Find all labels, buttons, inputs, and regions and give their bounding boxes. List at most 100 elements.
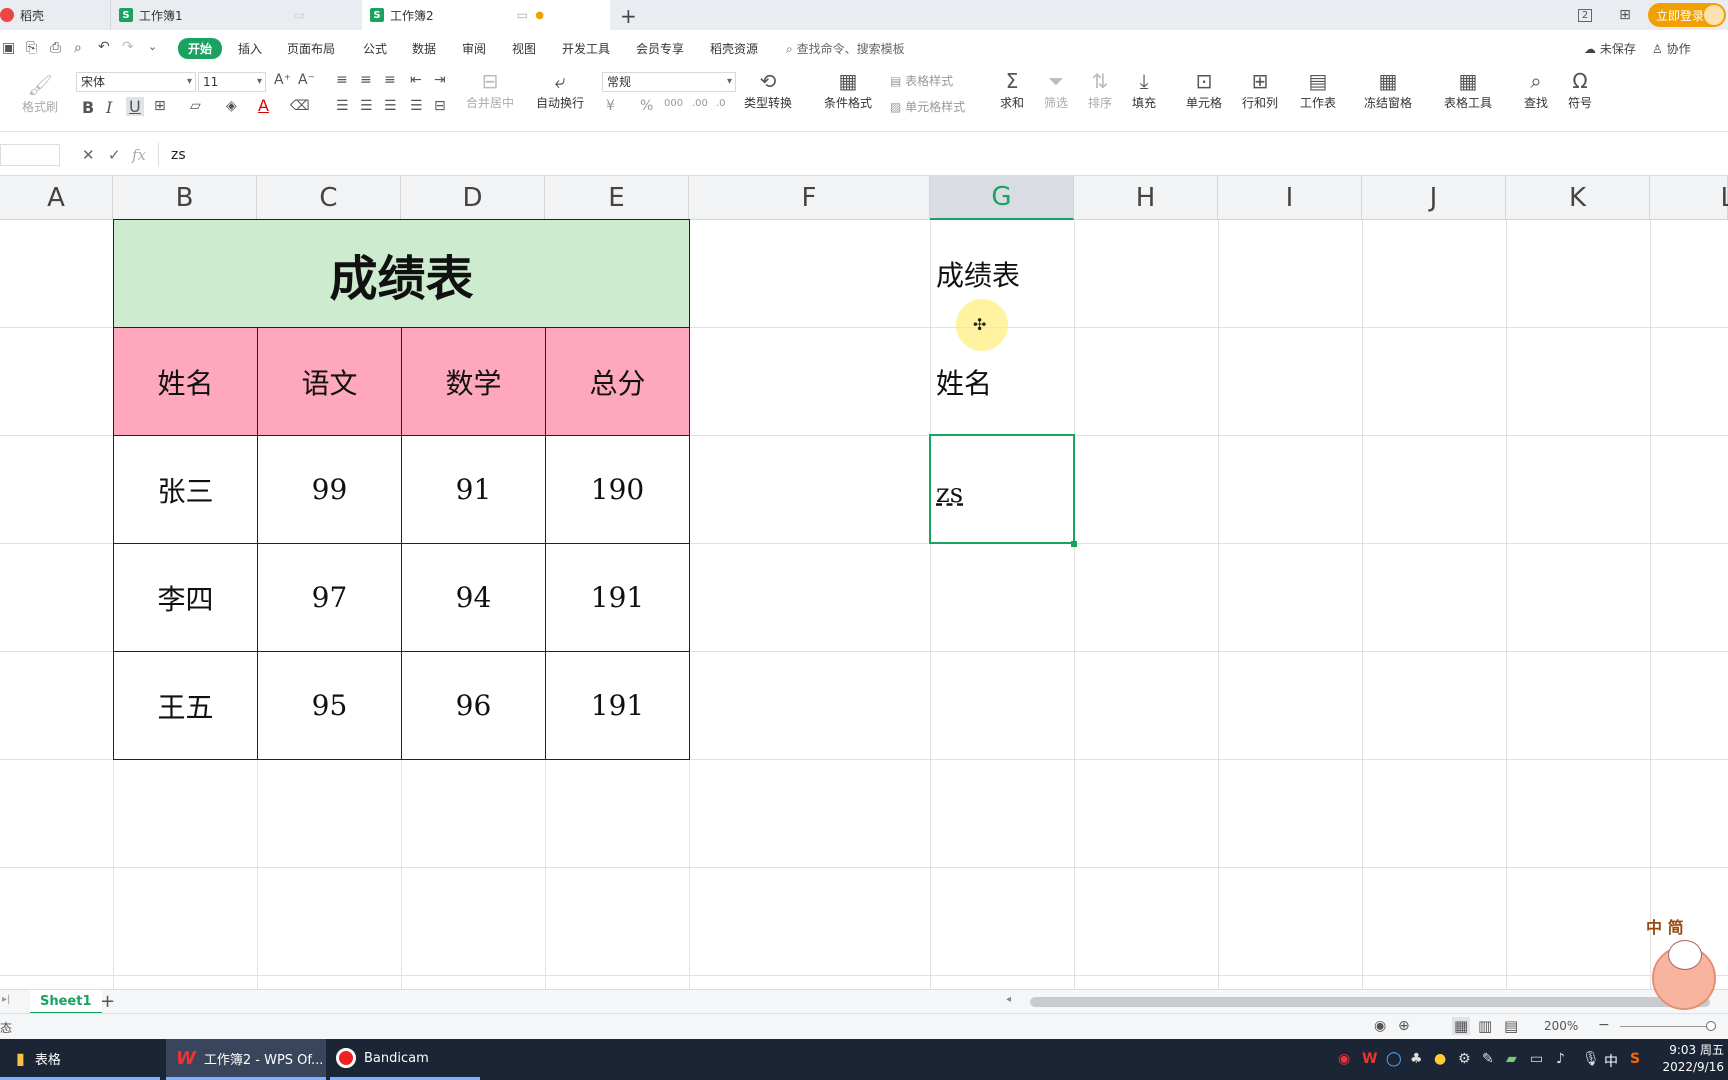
data-cell[interactable]: 张三 [113,435,258,544]
column-header-c[interactable]: C [257,176,401,220]
format-painter-button[interactable]: 🖌 格式刷 [22,72,58,115]
cell-style-button[interactable]: ▨ 单元格样式 [890,98,965,115]
data-cell[interactable]: 95 [257,651,402,760]
cell-shading-icon[interactable]: ▱ [190,98,201,114]
record-tray-icon[interactable]: ◉ [1338,1051,1350,1067]
save-icon[interactable]: ▣ [2,40,15,56]
data-cell[interactable]: 王五 [113,651,258,760]
data-cell[interactable]: 191 [545,651,690,760]
nvidia-tray-icon[interactable]: ▰ [1506,1051,1517,1067]
page-break-view-icon[interactable]: ▤ [1504,1017,1518,1035]
menu-review[interactable]: 审阅 [462,40,486,57]
taskbar-item-folder[interactable]: ▮ 表格 [0,1039,160,1080]
tab-workbook2[interactable]: S 工作簿2 ▭ ● [362,0,610,30]
data-cell[interactable]: 94 [401,543,546,652]
zoom-out-icon[interactable]: − [1598,1017,1610,1033]
column-header-f[interactable]: F [689,176,930,220]
column-header-e[interactable]: E [545,176,689,220]
align-left-icon[interactable]: ☰ [336,98,349,114]
display-tray-icon[interactable]: ▭ [1530,1051,1543,1067]
type-convert-button[interactable]: ⟲ 类型转换 [744,68,792,111]
row-col-button[interactable]: ⊞ 行和列 [1242,68,1278,111]
thousands-icon[interactable]: 000 [664,98,683,109]
command-search[interactable]: ⌕ 查找命令、搜索模板 [786,40,905,57]
symbol-button[interactable]: Ω 符号 [1568,68,1592,111]
font-grow-icon[interactable]: A⁺ [274,72,291,88]
italic-icon[interactable]: I [106,98,112,117]
cell-g3-editing[interactable]: zs [930,440,1074,547]
fx-icon[interactable]: fx [132,146,146,164]
sheet-nav-icon[interactable]: ▸| [2,994,10,1005]
sheet-tab-sheet1[interactable]: Sheet1 [30,990,102,1014]
header-cell-name[interactable]: 姓名 [113,327,258,436]
data-cell[interactable]: 91 [401,435,546,544]
wps-tray-icon[interactable]: W [1362,1051,1377,1067]
table-tools-button[interactable]: ▦ 表格工具 [1444,68,1492,111]
header-cell-chinese[interactable]: 语文 [257,327,402,436]
cell-g2[interactable]: 姓名 [930,328,1074,435]
sum-button[interactable]: Σ 求和 [1000,68,1024,111]
input-method-icon[interactable]: ⊕ [1398,1018,1410,1034]
font-name-select[interactable]: 宋体 [76,72,196,92]
export-icon[interactable]: ⎘ [26,40,37,56]
data-cell[interactable]: 99 [257,435,402,544]
font-shrink-icon[interactable]: A⁻ [298,72,315,88]
data-cell[interactable]: 96 [401,651,546,760]
unsaved-status[interactable]: ☁ 未保存 [1584,40,1636,57]
scroll-left-icon[interactable]: ◂ [1006,994,1011,1005]
data-cell[interactable]: 李四 [113,543,258,652]
freeze-panes-button[interactable]: ▦ 冻结窗格 [1364,68,1412,111]
justify-icon[interactable]: ☰ [410,98,423,114]
merge-center-button[interactable]: ⊟ 合并居中 [466,68,514,111]
spreadsheet-grid[interactable]: A B C D E F G H I J K L 成绩表 姓名 语文 数学 总分 … [0,176,1728,989]
indent-increase-icon[interactable]: ⇥ [434,72,446,88]
data-cell[interactable]: 190 [545,435,690,544]
table-title-cell[interactable]: 成绩表 [113,219,690,328]
browser-tray-icon[interactable]: ◯ [1386,1051,1402,1067]
menu-home[interactable]: 开始 [178,38,223,59]
menu-daoke-resources[interactable]: 稻壳资源 [710,40,758,57]
column-header-d[interactable]: D [401,176,545,220]
preview-icon[interactable]: ⌕ [74,40,82,56]
normal-view-icon[interactable]: ▦ [1452,1017,1471,1035]
data-cell[interactable]: 191 [545,543,690,652]
column-header-a[interactable]: A [0,176,113,220]
decimal-decrease-icon[interactable]: .0 [716,98,726,109]
fill-color-icon[interactable]: ◈ [226,98,237,114]
tab-workbook1[interactable]: S 工作簿1 ▭ [110,0,325,30]
undo-icon[interactable]: ↶ [98,39,110,55]
redo-icon[interactable]: ↷ [122,39,134,55]
zoom-slider-thumb[interactable] [1706,1021,1716,1031]
menu-page-layout[interactable]: 页面布局 [287,40,335,57]
zoom-slider[interactable] [1620,1026,1712,1027]
number-format-select[interactable]: 常规 [602,72,736,92]
page-layout-view-icon[interactable]: ▥ [1478,1017,1492,1035]
distribute-icon[interactable]: ⊟ [434,98,446,114]
indent-decrease-icon[interactable]: ⇤ [410,72,422,88]
column-header-l[interactable]: L [1650,176,1728,220]
login-button[interactable]: 立即登录 [1648,3,1726,27]
grid-view-icon[interactable]: ⊞ [1612,4,1638,26]
menu-insert[interactable]: 插入 [238,40,262,57]
network-tray-icon[interactable]: ♣ [1410,1051,1423,1067]
more-chevron-icon[interactable]: ⌄ [148,40,157,53]
percent-icon[interactable]: % [640,98,653,114]
fill-button[interactable]: ⤓ 填充 [1132,68,1156,111]
column-header-b[interactable]: B [113,176,257,220]
align-center-icon[interactable]: ☰ [360,98,373,114]
column-header-j[interactable]: J [1362,176,1506,220]
align-right-icon[interactable]: ☰ [384,98,397,114]
zoom-level[interactable]: 200% [1544,1019,1578,1033]
formula-input[interactable]: zs [158,143,1728,167]
confirm-icon[interactable]: ✓ [108,146,121,164]
horizontal-scrollbar[interactable] [1030,997,1710,1007]
decimal-increase-icon[interactable]: .00 [692,98,708,109]
cell-button[interactable]: ⊡ 单元格 [1186,68,1222,111]
volume-icon[interactable]: ♪ [1556,1051,1565,1067]
border-icon[interactable]: ⊞ [154,98,166,114]
align-bottom-icon[interactable]: ≡ [384,72,396,88]
find-button[interactable]: ⌕ 查找 [1524,68,1548,111]
column-header-k[interactable]: K [1506,176,1650,220]
filter-button[interactable]: ⏷ 筛选 [1044,68,1068,111]
align-top-icon[interactable]: ≡ [336,72,348,88]
